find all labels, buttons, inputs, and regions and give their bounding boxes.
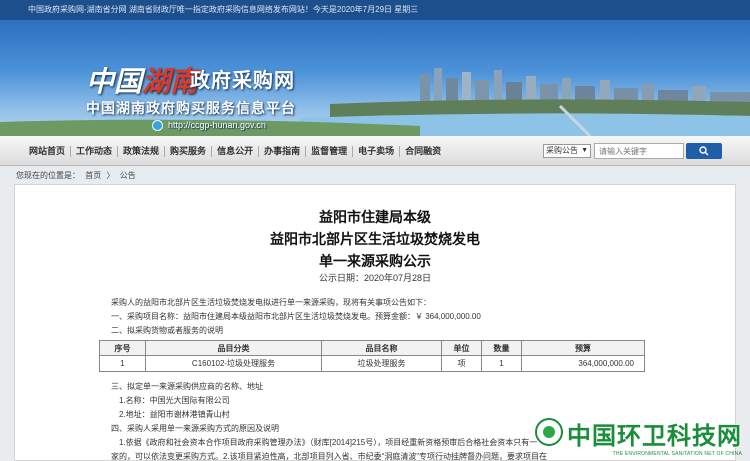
nav-list: 网站首页 工作动态 政策法规 购买服务 信息公开 办事指南 监督管理 电子卖场 … xyxy=(24,136,446,166)
table-header: 单位 xyxy=(441,340,482,356)
chevron-down-icon: ▼ xyxy=(581,147,588,154)
reason-line-2: 家的，可以依法变更采购方式。2.该项目紧迫性高，北部项目列入省、市纪委“洞庭清波… xyxy=(111,452,547,461)
watermark-text: 中国环卫科技网 xyxy=(567,423,742,450)
globe-icon xyxy=(152,120,163,131)
watermark-subtext: THE ENVIRONMENTAL SANITATION NET OF CHIN… xyxy=(612,451,742,457)
doc-title-line2: 益阳市北部片区生活垃圾焚烧发电 xyxy=(270,231,480,247)
nav-item-home[interactable]: 网站首页 xyxy=(24,145,72,157)
watermark-logo-icon xyxy=(535,418,563,446)
watermark: 中国环卫科技网 THE ENVIRONMENTAL SANITATION NET… xyxy=(535,416,742,457)
site-url: http://ccgp-hunan.gov.cn xyxy=(168,120,266,130)
table-header: 数量 xyxy=(481,340,522,356)
breadcrumb-home-link[interactable]: 首页 xyxy=(85,171,101,180)
nav-item-news[interactable]: 工作动态 xyxy=(71,145,119,157)
search-icon xyxy=(699,146,709,156)
breadcrumb-prefix: 您现在的位置是： xyxy=(16,171,80,180)
item-2-text: 二、拟采购货物或者服务的说明 xyxy=(111,326,223,335)
table-header: 序号 xyxy=(99,340,146,356)
search-category-value: 采购公告 xyxy=(546,146,578,155)
main-navbar: 网站首页 工作动态 政策法规 购买服务 信息公开 办事指南 监督管理 电子卖场 … xyxy=(0,136,750,166)
table-cell: 1 xyxy=(99,355,146,372)
search-button[interactable] xyxy=(686,143,722,159)
table-cell: 垃圾处理服务 xyxy=(321,355,442,372)
nav-item-guide[interactable]: 办事指南 xyxy=(259,145,307,157)
item-3-text: 三、拟定单一来源采购供应商的名称、地址 xyxy=(111,382,263,391)
table-header: 品目名称 xyxy=(321,340,442,356)
doc-title-line1: 益阳市住建局本级 xyxy=(319,209,431,225)
procurement-table: 序号 品目分类 品目名称 单位 数量 预算 1 C160102-垃圾处理服务 垃… xyxy=(99,340,645,372)
breadcrumb-current-link[interactable]: 公告 xyxy=(120,171,136,180)
supplier-address: 2.地址：益阳市谢林港镇青山村 xyxy=(119,410,230,419)
site-logo: 中国湖南 xyxy=(86,65,199,98)
nav-item-supervision[interactable]: 监督管理 xyxy=(306,145,354,157)
table-cell: C160102-垃圾处理服务 xyxy=(145,355,322,372)
table-header: 预算 xyxy=(521,340,645,356)
doc-title-line3: 单一来源采购公示 xyxy=(319,253,431,269)
intro-text: 采购人的益阳市北部片区生活垃圾焚烧发电拟进行单一来源采购，现将有关事项公告如下： xyxy=(111,298,431,307)
item-4-text: 四、采购人采用单一来源采购方式的原因及说明 xyxy=(111,424,279,433)
supplier-name: 1.名称：中国光大国际有限公司 xyxy=(119,396,230,405)
table-cell: 项 xyxy=(441,355,482,372)
breadcrumb-separator: 〉 xyxy=(106,171,115,180)
top-info-bar: 中国政府采购网-湖南省分网 湖南省财政厅唯一指定政府采购信息网络发布网站！今天是… xyxy=(0,0,750,20)
search-input[interactable] xyxy=(594,143,684,159)
reason-line-1: 1.依据《政府和社会资本合作项目政府采购管理办法》（财库[2014]215号），… xyxy=(119,438,538,447)
table-row: 1 C160102-垃圾处理服务 垃圾处理服务 项 1 364,000,000.… xyxy=(99,355,645,372)
table-header-row: 序号 品目分类 品目名称 单位 数量 预算 xyxy=(99,340,645,356)
breadcrumb: 您现在的位置是： 首页 〉 公告 xyxy=(16,170,139,181)
nav-item-purchase-services[interactable]: 购买服务 xyxy=(165,145,213,157)
table-cell: 1 xyxy=(481,355,522,372)
publish-date: 公示日期：2020年07月28日 xyxy=(318,273,432,283)
site-subtitle: 中国湖南政府购买服务信息平台 xyxy=(86,100,296,116)
table-header: 品目分类 xyxy=(145,340,322,356)
site-title: 政府采购网 xyxy=(190,70,295,92)
nav-item-contract-financing[interactable]: 合同融资 xyxy=(400,146,446,157)
nav-item-disclosure[interactable]: 信息公开 xyxy=(212,145,260,157)
item-1-text: 一、采购项目名称：益阳市住建局本级益阳市北部片区生活垃圾焚烧发电。预算金额：￥ … xyxy=(111,312,481,321)
table-cell: 364,000,000.00 xyxy=(521,355,645,372)
search-category-select[interactable]: 采购公告 ▼ xyxy=(543,144,591,158)
site-banner: 中国湖南 政府采购网 中国湖南政府购买服务信息平台 http://ccgp-hu… xyxy=(0,20,750,136)
nav-item-policies[interactable]: 政策法规 xyxy=(118,145,166,157)
nav-item-e-mall[interactable]: 电子卖场 xyxy=(353,145,401,157)
